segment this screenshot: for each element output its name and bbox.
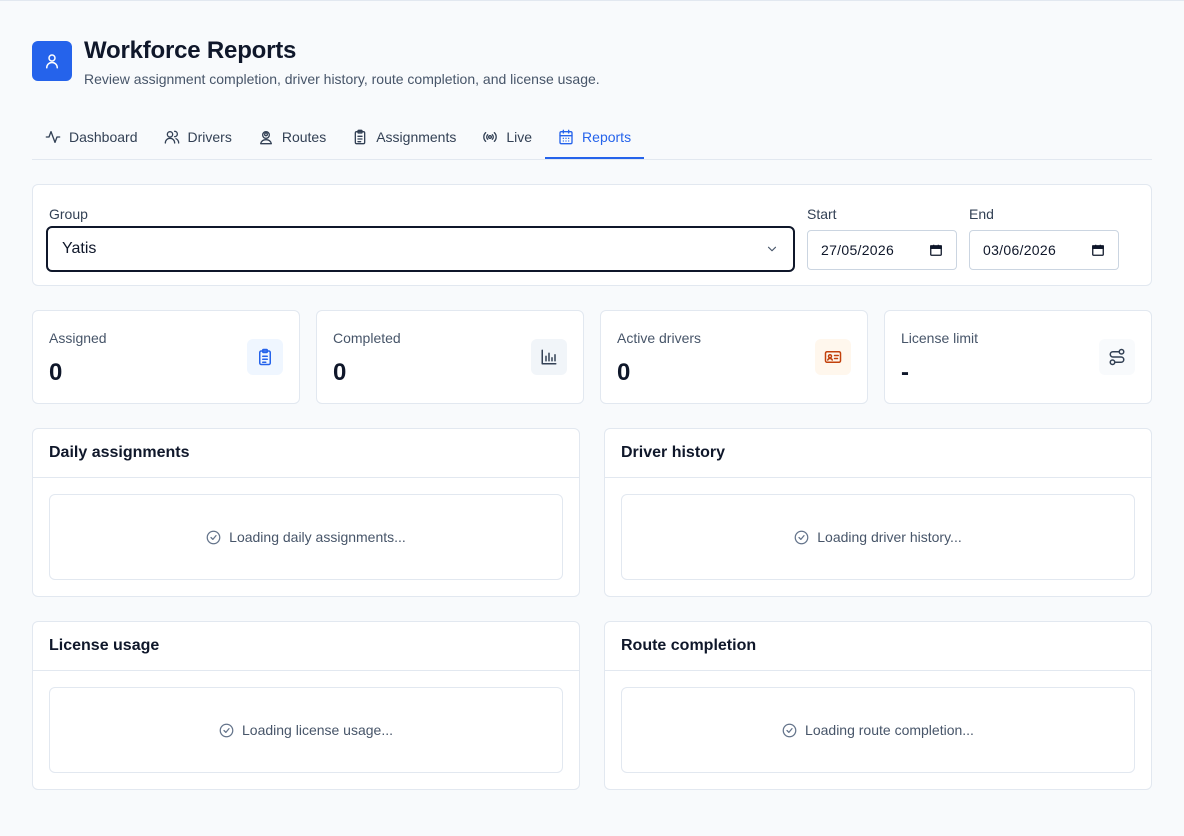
tab-drivers[interactable]: Drivers xyxy=(151,114,245,159)
start-date-input[interactable]: 27/05/2026 xyxy=(807,230,957,270)
chevron-down-icon xyxy=(767,246,777,252)
panel-title: License usage xyxy=(33,622,579,671)
end-date-value: 03/06/2026 xyxy=(983,242,1057,258)
loading-text: Loading license usage... xyxy=(242,722,393,738)
header-text: Workforce Reports Review assignment comp… xyxy=(84,37,600,88)
nav-tabs: Dashboard Drivers Routes Assignments Liv… xyxy=(32,114,1152,160)
stat-label: Assigned xyxy=(49,330,107,346)
loading-state: Loading daily assignments... xyxy=(49,494,563,580)
start-date-value: 27/05/2026 xyxy=(821,242,895,258)
calendar-picker-icon[interactable] xyxy=(929,243,943,257)
stat-card-active-drivers: Active drivers 0 xyxy=(600,310,868,404)
calendar-icon xyxy=(559,129,573,144)
page-subtitle: Review assignment completion, driver his… xyxy=(84,71,600,87)
check-circle-icon xyxy=(782,723,797,737)
tab-assignments[interactable]: Assignments xyxy=(339,114,469,159)
start-label: Start xyxy=(807,206,837,222)
id-card-icon xyxy=(815,339,851,375)
tab-label: Dashboard xyxy=(69,128,138,145)
panel-license-usage: License usage Loading license usage... xyxy=(32,621,580,790)
bar-chart-icon xyxy=(531,339,567,375)
group-label: Group xyxy=(49,206,88,222)
loading-state: Loading route completion... xyxy=(621,687,1135,773)
check-circle-icon xyxy=(794,530,809,544)
panel-title: Route completion xyxy=(605,622,1151,671)
group-select[interactable]: Yatis xyxy=(46,226,795,272)
tab-label: Drivers xyxy=(187,128,232,145)
tab-label: Reports xyxy=(582,128,632,145)
user-icon xyxy=(32,41,72,81)
clipboard-list-icon xyxy=(354,129,366,144)
panel-driver-history: Driver history Loading driver history... xyxy=(604,428,1152,597)
stat-card-assigned: Assigned 0 xyxy=(32,310,300,404)
loading-text: Loading daily assignments... xyxy=(229,529,406,545)
stat-card-license-limit: License limit - xyxy=(884,310,1152,404)
loading-state: Loading driver history... xyxy=(621,494,1135,580)
stat-value: - xyxy=(901,359,909,386)
route-icon xyxy=(1099,339,1135,375)
page-title: Workforce Reports xyxy=(84,37,297,64)
loading-state: Loading license usage... xyxy=(49,687,563,773)
stat-value: 0 xyxy=(49,359,63,386)
top-divider xyxy=(0,0,1184,1)
panel-title: Daily assignments xyxy=(33,429,579,478)
end-label: End xyxy=(969,206,994,222)
clipboard-list-icon xyxy=(247,339,283,375)
tab-dashboard[interactable]: Dashboard xyxy=(32,114,151,159)
end-date-input[interactable]: 03/06/2026 xyxy=(969,230,1119,270)
panel-daily-assignments: Daily assignments Loading daily assignme… xyxy=(32,428,580,597)
panel-route-completion: Route completion Loading route completio… xyxy=(604,621,1152,790)
tab-label: Assignments xyxy=(376,128,457,145)
users-icon xyxy=(164,130,179,144)
activity-icon xyxy=(45,130,61,143)
stat-value: 0 xyxy=(617,359,631,386)
calendar-picker-icon[interactable] xyxy=(1091,243,1105,257)
page-header: Workforce Reports Review assignment comp… xyxy=(32,37,600,87)
panel-title: Driver history xyxy=(605,429,1151,478)
check-circle-icon xyxy=(219,723,234,737)
tab-label: Live xyxy=(506,128,533,145)
loading-text: Loading route completion... xyxy=(805,722,974,738)
stat-card-completed: Completed 0 xyxy=(316,310,584,404)
tab-live[interactable]: Live xyxy=(469,114,545,159)
stat-label: Completed xyxy=(333,330,401,346)
group-select-value: Yatis xyxy=(62,240,97,257)
loading-text: Loading driver history... xyxy=(817,529,962,545)
map-pin-user-icon xyxy=(259,130,272,144)
stat-label: License limit xyxy=(901,330,979,346)
tab-routes[interactable]: Routes xyxy=(245,114,339,159)
tab-reports[interactable]: Reports xyxy=(545,114,645,159)
stat-label: Active drivers xyxy=(617,330,702,346)
check-circle-icon xyxy=(206,530,221,544)
tab-label: Routes xyxy=(281,128,327,145)
stat-value: 0 xyxy=(333,359,347,386)
filters-card: Group Yatis Start 27/05/2026 End 03/06/2… xyxy=(32,184,1152,286)
radio-icon xyxy=(483,131,498,142)
